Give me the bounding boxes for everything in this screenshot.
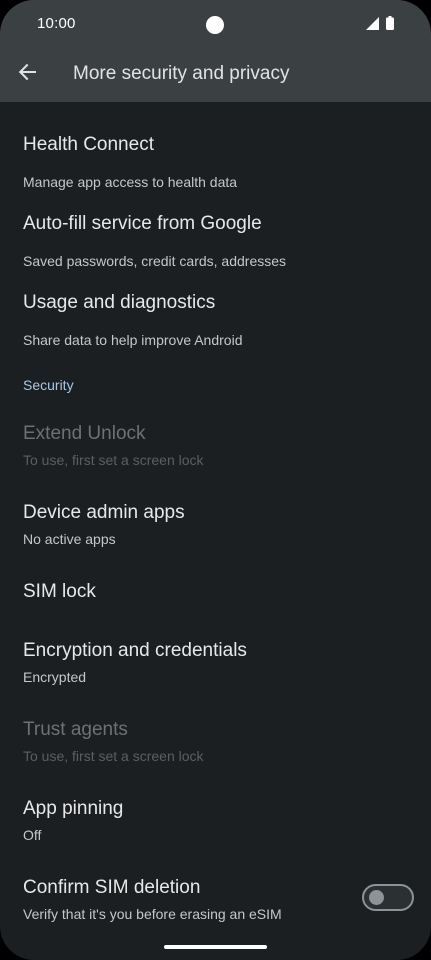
item-title: Encryption and credentials — [23, 640, 247, 661]
status-icons — [366, 16, 394, 35]
arrow-back-icon — [18, 63, 36, 86]
status-time: 10:00 — [37, 15, 76, 32]
signal-icon — [366, 16, 379, 35]
section-header-security: Security — [23, 377, 74, 393]
list-item-autofill[interactable]: Auto-fill service from Google Saved pass… — [0, 195, 431, 271]
item-subtitle: Saved passwords, credit cards, addresses — [23, 253, 287, 269]
list-item-health-connect[interactable]: Health Connect Manage app access to heal… — [0, 116, 431, 192]
app-bar: More security and privacy — [0, 48, 431, 102]
page-title: More security and privacy — [73, 63, 290, 84]
list-item-usage-diagnostics[interactable]: Usage and diagnostics Share data to help… — [0, 274, 431, 350]
item-subtitle: Off — [23, 827, 42, 843]
camera-cutout — [206, 16, 224, 34]
toggle-knob — [369, 890, 384, 905]
battery-icon — [386, 16, 394, 35]
item-title: SIM lock — [23, 581, 96, 602]
item-title: Confirm SIM deletion — [23, 877, 201, 898]
list-item-confirm-sim-deletion[interactable]: Confirm SIM deletion Verify that it's yo… — [0, 859, 431, 935]
item-title: Usage and diagnostics — [23, 292, 216, 313]
list-item-device-admin-apps[interactable]: Device admin apps No active apps — [0, 484, 431, 560]
list-item-trust-agents: Trust agents To use, first set a screen … — [0, 701, 431, 777]
back-button[interactable] — [12, 59, 42, 89]
item-subtitle: Encrypted — [23, 669, 87, 685]
list-item-encryption-credentials[interactable]: Encryption and credentials Encrypted — [0, 622, 431, 698]
item-title: App pinning — [23, 798, 124, 819]
list-item-sim-lock[interactable]: SIM lock — [0, 563, 431, 619]
item-title: Trust agents — [23, 719, 128, 740]
item-title: Extend Unlock — [23, 423, 146, 444]
settings-screen: 10:00 More security and privacy Health C… — [0, 0, 431, 960]
item-subtitle: No active apps — [23, 531, 116, 547]
item-title: Device admin apps — [23, 502, 185, 523]
item-subtitle: Manage app access to health data — [23, 174, 238, 190]
item-title: Health Connect — [23, 134, 154, 155]
gesture-nav-handle[interactable] — [164, 945, 267, 949]
confirm-sim-deletion-toggle[interactable] — [362, 884, 414, 911]
item-subtitle: Verify that it's you before erasing an e… — [23, 906, 282, 922]
list-item-app-pinning[interactable]: App pinning Off — [0, 780, 431, 856]
item-title: Auto-fill service from Google — [23, 213, 262, 234]
status-bar: 10:00 — [0, 0, 431, 48]
list-item-extend-unlock: Extend Unlock To use, first set a screen… — [0, 405, 431, 481]
item-subtitle: Share data to help improve Android — [23, 332, 243, 348]
item-subtitle: To use, first set a screen lock — [23, 452, 204, 468]
item-subtitle: To use, first set a screen lock — [23, 748, 204, 764]
